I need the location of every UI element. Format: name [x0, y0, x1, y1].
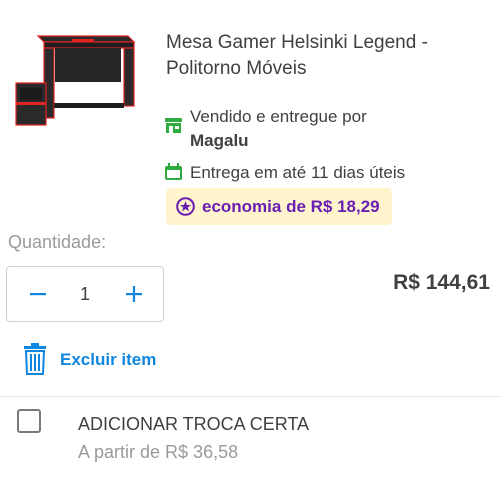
- remove-item-button[interactable]: Excluir item: [60, 350, 156, 370]
- quantity-stepper: 1: [6, 266, 164, 322]
- trash-icon[interactable]: [22, 342, 48, 376]
- savings-badge: economia de R$ 18,29: [166, 188, 392, 225]
- item-price: R$ 144,61: [393, 271, 490, 294]
- quantity-label: Quantidade:: [8, 232, 107, 252]
- decrease-quantity-button[interactable]: [13, 267, 63, 321]
- delivery-estimate: Entrega em até 11 dias úteis: [190, 163, 406, 182]
- savings-text: economia de R$ 18,29: [202, 197, 380, 216]
- divider: [0, 396, 500, 397]
- product-image[interactable]: [10, 28, 140, 133]
- addon-price: A partir de R$ 36,58: [78, 442, 239, 462]
- seller-name: Magalu: [190, 131, 249, 150]
- plus-icon: [126, 286, 142, 302]
- calendar-icon: [164, 163, 183, 181]
- store-icon: [164, 117, 183, 134]
- increase-quantity-button[interactable]: [109, 267, 159, 321]
- minus-icon: [30, 293, 46, 296]
- quantity-value[interactable]: 1: [67, 283, 103, 305]
- seller-label: Vendido e entregue por: [190, 107, 367, 126]
- addon-title: ADICIONAR TROCA CERTA: [78, 414, 310, 434]
- troca-certa-checkbox[interactable]: [17, 409, 41, 433]
- star-badge-icon: [176, 197, 195, 216]
- product-title[interactable]: Mesa Gamer Helsinki Legend - Politorno M…: [166, 30, 466, 82]
